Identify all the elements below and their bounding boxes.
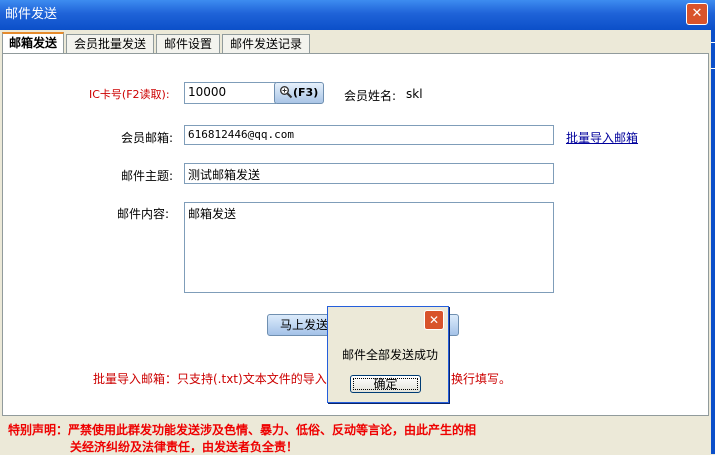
edge-mark xyxy=(711,68,715,69)
tab-label: 会员批量发送 xyxy=(73,37,146,51)
window-right-edge xyxy=(711,30,715,454)
read-card-shortcut: (F3) xyxy=(293,86,319,99)
member-name-label: 会员姓名: xyxy=(344,89,397,103)
mail-content-label: 邮件内容: xyxy=(117,207,170,221)
mail-content-textarea[interactable]: 邮箱发送 xyxy=(184,202,554,293)
member-email-value: 616812446@qq.com xyxy=(188,128,294,141)
ic-card-value: 10000 xyxy=(188,85,227,99)
send-now-label: 马上发送 xyxy=(280,318,329,332)
tab-send-records[interactable]: 邮件发送记录 xyxy=(222,34,310,54)
tab-label: 邮件设置 xyxy=(163,37,212,51)
batch-import-note-tail: 换行填写。 xyxy=(451,372,512,386)
tab-mailbox-send[interactable]: 邮箱发送 xyxy=(2,32,64,54)
mail-subject-value: 测试邮箱发送 xyxy=(188,168,261,182)
dialog-ok-button[interactable]: 确定 xyxy=(350,375,421,393)
ic-card-input[interactable]: 10000 xyxy=(184,82,276,104)
window-title: 邮件发送 xyxy=(5,7,58,22)
window-close-button[interactable]: ✕ xyxy=(686,3,708,25)
legal-warning-line-1: 特别声明：严禁使用此群发功能发送涉及色情、暴力、低俗、反动等言论，由此产生的相 xyxy=(8,423,477,437)
dialog-ok-label: 确定 xyxy=(373,377,398,391)
window-titlebar: 邮件发送 ✕ xyxy=(0,0,715,30)
legal-warning-line-2: 关经济纠纷及法律责任，由发送者负全责！ xyxy=(70,440,299,454)
dialog-titlebar: ✕ xyxy=(328,307,448,332)
member-email-input[interactable]: 616812446@qq.com xyxy=(184,125,554,145)
batch-import-note: 批量导入邮箱：只支持(.txt)文本文件的导入 xyxy=(93,372,327,386)
close-icon: ✕ xyxy=(428,313,440,327)
dialog-close-button[interactable]: ✕ xyxy=(424,310,444,330)
read-card-button[interactable]: (F3) xyxy=(274,82,324,104)
mail-subject-input[interactable]: 测试邮箱发送 xyxy=(184,163,554,184)
ic-card-label: IC卡号(F2读取): xyxy=(89,88,170,101)
tab-label: 邮件发送记录 xyxy=(229,37,302,51)
close-icon: ✕ xyxy=(691,6,703,21)
success-dialog: ✕ 邮件全部发送成功 确定 xyxy=(327,306,449,403)
mail-subject-label: 邮件主题: xyxy=(121,169,174,183)
edge-mark xyxy=(711,42,715,43)
dialog-message: 邮件全部发送成功 xyxy=(342,348,439,362)
tab-member-batch-send[interactable]: 会员批量发送 xyxy=(66,34,154,54)
tab-mail-settings[interactable]: 邮件设置 xyxy=(156,34,220,54)
member-name-value: skl xyxy=(406,87,423,101)
member-email-label: 会员邮箱: xyxy=(121,131,174,145)
tab-label: 邮箱发送 xyxy=(8,36,57,50)
search-icon xyxy=(280,86,293,99)
batch-import-email-link[interactable]: 批量导入邮箱 xyxy=(566,129,638,146)
mail-content-value: 邮箱发送 xyxy=(188,207,237,221)
